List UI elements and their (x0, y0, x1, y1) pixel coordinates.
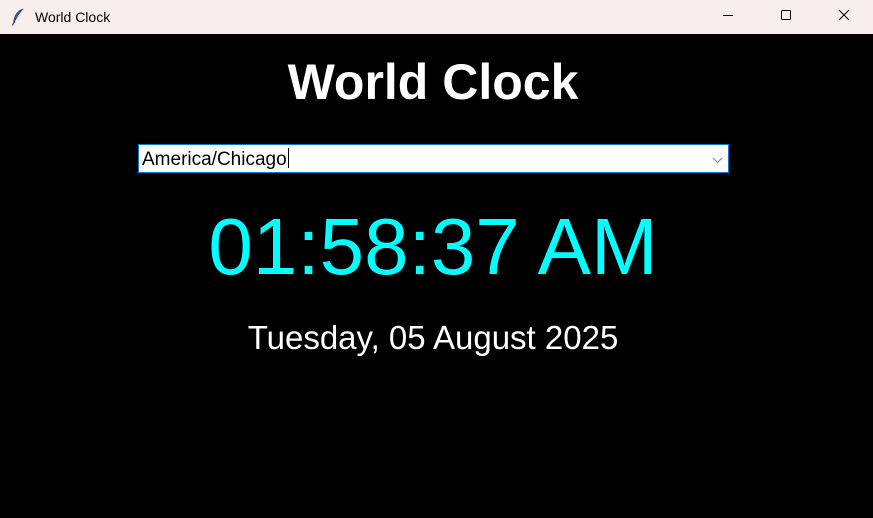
feather-icon (10, 8, 26, 26)
timezone-value-text: America/Chicago (142, 149, 287, 170)
window-title: World Clock (35, 9, 111, 25)
timezone-select-value[interactable]: America/Chicago (142, 148, 289, 171)
time-display: 01:58:37 AM (208, 202, 658, 291)
chevron-down-icon[interactable] (711, 153, 724, 165)
title-bar[interactable]: World Clock (0, 0, 873, 34)
maximize-button[interactable] (757, 0, 815, 34)
app-window: World Clock World Clock America/Chicago … (0, 0, 873, 518)
text-caret (287, 148, 289, 168)
minimize-button[interactable] (699, 0, 757, 34)
timezone-select[interactable]: America/Chicago (138, 144, 729, 173)
clock-panel: World Clock America/Chicago 01:58:37 AM … (0, 34, 873, 518)
minimize-icon (722, 8, 734, 26)
close-button[interactable] (815, 0, 873, 34)
window-controls (699, 0, 873, 34)
close-icon (838, 8, 850, 26)
page-title: World Clock (287, 54, 579, 110)
maximize-icon (780, 8, 792, 26)
date-display: Tuesday, 05 August 2025 (247, 319, 619, 356)
